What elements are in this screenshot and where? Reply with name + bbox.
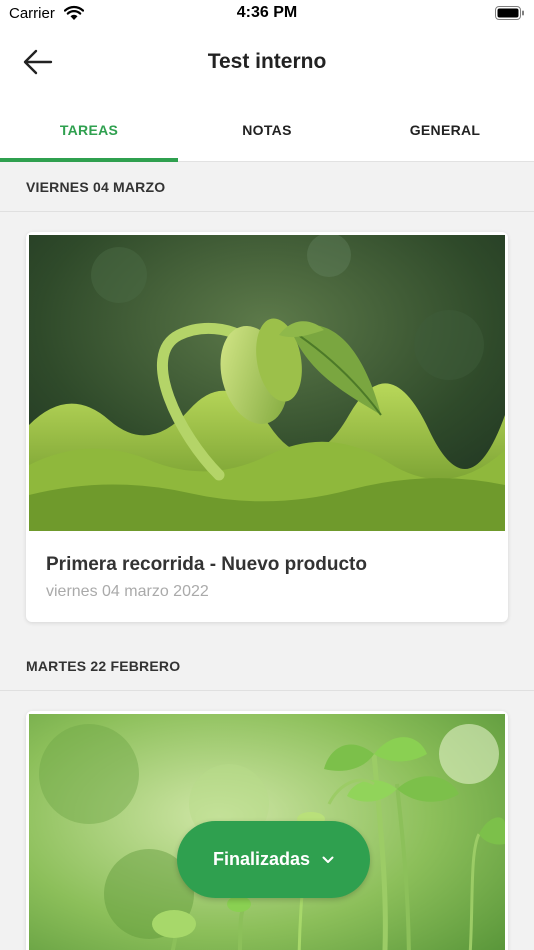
filter-status-button[interactable]: Finalizadas [177,821,370,898]
card-date: viernes 04 marzo 2022 [46,583,209,600]
tab-tareas[interactable]: TAREAS [0,100,178,162]
status-time: 4:36 PM [236,4,298,21]
page-title: Test interno [207,50,327,73]
tab-notas[interactable]: NOTAS [178,100,356,161]
section-date-label: MARTES 22 FEBRERO [26,658,181,674]
chevron-down-icon [322,856,334,863]
tab-bar: TAREAS NOTAS GENERAL [0,100,534,162]
battery-icon [495,6,524,20]
filter-status-label: Finalizadas [212,849,311,869]
tab-general[interactable]: GENERAL [356,100,534,161]
section-header: VIERNES 04 MARZO [0,162,534,212]
task-card[interactable]: Primera recorrida - Nuevo producto viern… [26,232,508,622]
navigation-bar: Test interno [0,28,534,100]
card-title: Primera recorrida - Nuevo producto [46,554,367,575]
section-date-label: VIERNES 04 MARZO [26,179,166,195]
sprouting-seed-photo [29,235,505,531]
section-header: MARTES 22 FEBRERO [0,641,534,691]
status-bar: Carrier 4:36 PM [0,0,534,28]
